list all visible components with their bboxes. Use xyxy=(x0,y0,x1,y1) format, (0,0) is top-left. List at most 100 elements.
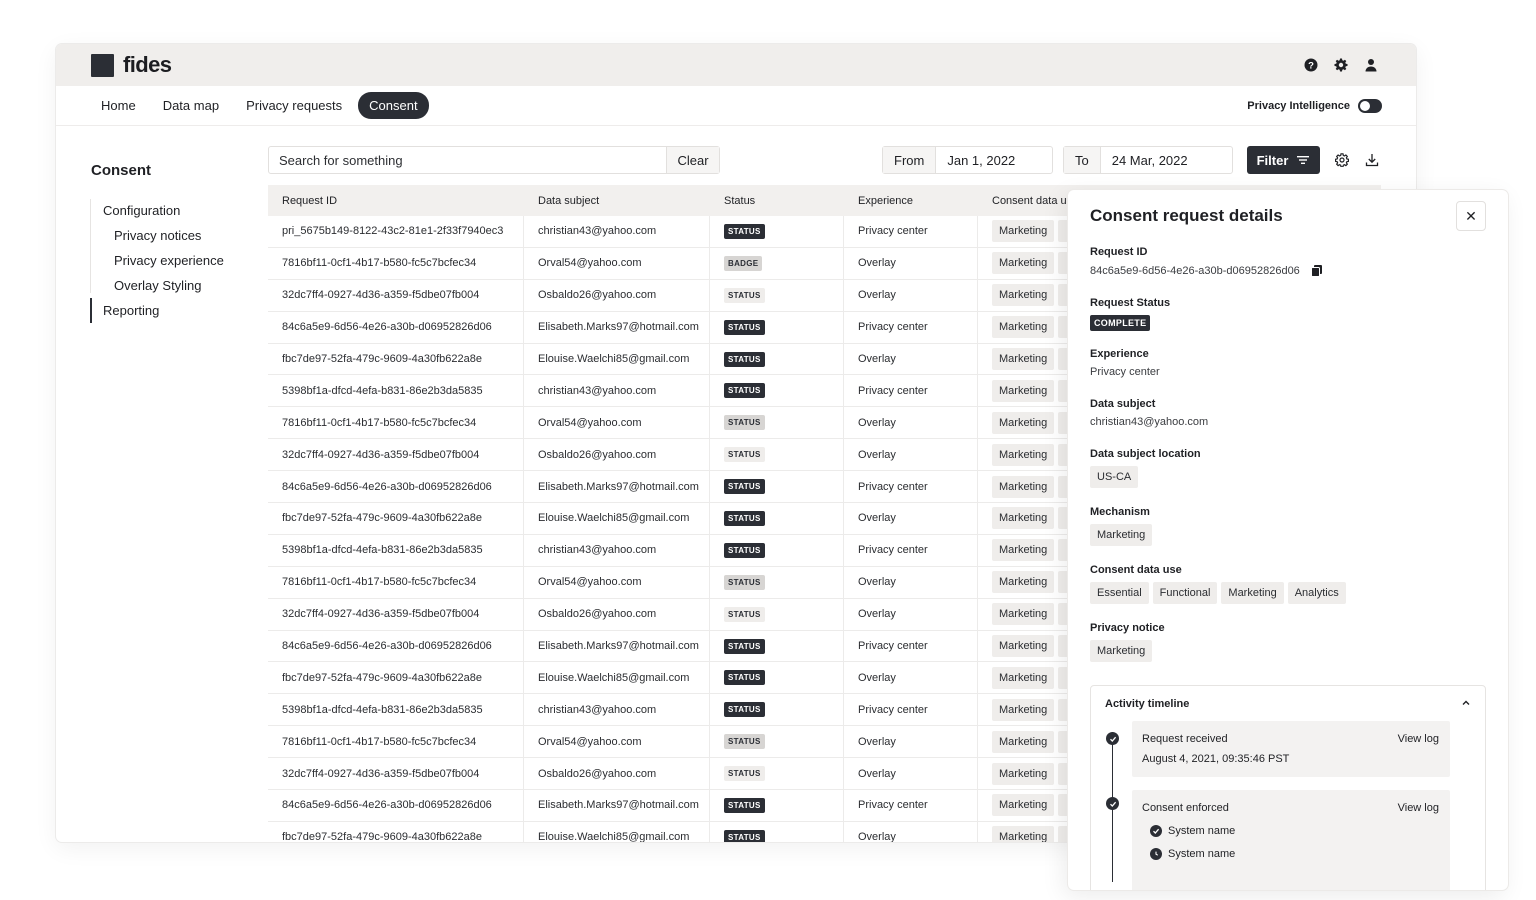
view-log-link[interactable]: View log xyxy=(1398,802,1439,814)
request-id-cell: 84c6a5e9-6d56-4e26-a30b-d06952826d06 xyxy=(268,311,524,343)
status-badge: STATUS xyxy=(724,670,765,686)
status-badge: STATUS xyxy=(724,574,765,590)
consent-tag: Marketing xyxy=(992,411,1055,434)
experience-cell: Privacy center xyxy=(844,471,978,503)
data-subject-text: christian43@yahoo.com xyxy=(538,225,657,238)
status-badge: BADGE xyxy=(724,255,763,271)
timeline-title[interactable]: Activity timeline xyxy=(1105,698,1189,710)
close-icon: ✕ xyxy=(1465,207,1477,224)
settings-gear-icon[interactable] xyxy=(1335,153,1349,167)
consent-tag: Marketing xyxy=(992,348,1055,370)
consent-tag: Marketing xyxy=(992,539,1055,562)
status-cell: STATUS xyxy=(710,790,844,821)
data-subject-text: Orval54@yahoo.com xyxy=(538,576,642,589)
from-date-value[interactable]: Jan 1, 2022 xyxy=(936,147,1026,173)
request-id-text: 5398bf1a-dfcd-4efa-b831-86e2b3da5835 xyxy=(282,384,483,397)
consent-tag: Marketing xyxy=(992,571,1055,594)
consent-tag: Marketing xyxy=(992,475,1055,498)
experience-text: Overlay xyxy=(858,831,896,842)
consent-tag: Marketing xyxy=(992,698,1055,721)
experience-text: Overlay xyxy=(858,735,896,748)
experience-text: Overlay xyxy=(858,576,896,589)
copy-icon[interactable] xyxy=(1310,264,1324,278)
status-badge: STATUS xyxy=(724,351,765,367)
close-button[interactable]: ✕ xyxy=(1456,201,1486,231)
request-id-cell: fbc7de97-52fa-479c-9609-4a30fb622a8e xyxy=(268,662,524,694)
help-icon[interactable]: ? xyxy=(1304,58,1318,72)
data-subject-cell: christian43@yahoo.com xyxy=(524,216,710,247)
drawer-title: Consent request details xyxy=(1090,206,1283,225)
status-badge: STATUS xyxy=(724,829,765,842)
experience-cell: Privacy center xyxy=(844,630,978,662)
request-id-text: 7816bf11-0cf1-4b17-b580-fc5c7bcfec34 xyxy=(282,257,477,270)
experience-cell: Overlay xyxy=(844,758,978,790)
consent-tag: Marketing xyxy=(992,666,1055,689)
consent-tag: Marketing xyxy=(992,794,1055,817)
sidebar-item-privacy-experience[interactable]: Privacy experience xyxy=(90,248,250,273)
sidebar-title: Consent xyxy=(91,162,151,179)
status-cell: STATUS xyxy=(710,662,844,694)
clear-button[interactable]: Clear xyxy=(666,147,719,173)
status-badge: STATUS xyxy=(724,542,765,558)
data-subject-cell: Elisabeth.Marks97@hotmail.com xyxy=(524,471,710,503)
data-subject-text: Elisabeth.Marks97@hotmail.com xyxy=(538,321,699,334)
status-badge: STATUS xyxy=(724,319,765,335)
sidebar-item-overlay-styling[interactable]: Overlay Styling xyxy=(90,273,250,298)
to-date-value[interactable]: 24 Mar, 2022 xyxy=(1101,147,1199,173)
logo[interactable]: fides xyxy=(91,52,172,78)
consent-tag: Marketing xyxy=(992,252,1055,275)
consent-tag: Marketing xyxy=(992,443,1055,466)
experience-text: Overlay xyxy=(858,671,896,684)
header-request-id[interactable]: Request ID xyxy=(268,185,524,216)
request-id-cell: 7816bf11-0cf1-4b17-b580-fc5c7bcfec34 xyxy=(268,407,524,439)
privacy-intelligence: Privacy Intelligence xyxy=(1247,98,1382,113)
request-id-cell: 84c6a5e9-6d56-4e26-a30b-d06952826d06 xyxy=(268,630,524,662)
status-cell: STATUS xyxy=(710,311,844,343)
header-status[interactable]: Status xyxy=(710,185,844,216)
system-name: System name xyxy=(1168,825,1236,837)
status-cell: STATUS xyxy=(710,726,844,758)
data-subject-text: Osbaldo26@yahoo.com xyxy=(538,448,657,461)
nav-home[interactable]: Home xyxy=(90,92,147,119)
from-date-field[interactable]: From Jan 1, 2022 xyxy=(882,146,1053,174)
experience-cell: Overlay xyxy=(844,407,978,439)
request-id-cell: 5398bf1a-dfcd-4efa-b831-86e2b3da5835 xyxy=(268,694,524,726)
consent-details-drawer: Consent request details ✕ Request ID 84c… xyxy=(1068,190,1508,890)
clock-icon xyxy=(1150,848,1162,860)
consent-tag: Marketing xyxy=(992,507,1055,530)
view-log-link[interactable]: View log xyxy=(1398,733,1439,745)
chevron-up-icon[interactable] xyxy=(1461,698,1471,711)
search-input[interactable] xyxy=(269,147,666,173)
request-id-cell: 7816bf11-0cf1-4b17-b580-fc5c7bcfec34 xyxy=(268,726,524,758)
system-item: System name xyxy=(1150,848,1235,860)
consent-use-chip: Marketing xyxy=(1221,582,1284,604)
sidebar-item-configuration[interactable]: Configuration xyxy=(90,198,250,223)
nav-data-map[interactable]: Data map xyxy=(152,92,230,119)
request-id-text: 5398bf1a-dfcd-4efa-b831-86e2b3da5835 xyxy=(282,703,483,716)
data-subject-text: Orval54@yahoo.com xyxy=(538,416,642,429)
data-subject-cell: Osbaldo26@yahoo.com xyxy=(524,439,710,471)
to-date-field[interactable]: To 24 Mar, 2022 xyxy=(1063,146,1233,174)
request-id-text: 7816bf11-0cf1-4b17-b580-fc5c7bcfec34 xyxy=(282,576,477,589)
status-cell: STATUS xyxy=(710,534,844,566)
user-icon[interactable] xyxy=(1364,58,1378,72)
header-experience[interactable]: Experience xyxy=(844,185,978,216)
status-cell: STATUS xyxy=(710,758,844,790)
filter-button[interactable]: Filter xyxy=(1247,146,1320,174)
header-data-subject[interactable]: Data subject xyxy=(524,185,710,216)
nav-consent[interactable]: Consent xyxy=(358,92,429,119)
status-cell: STATUS xyxy=(710,439,844,471)
nav-privacy-requests[interactable]: Privacy requests xyxy=(235,92,353,119)
experience-text: Privacy center xyxy=(858,544,928,557)
sidebar-item-reporting[interactable]: Reporting xyxy=(90,298,250,323)
status-badge: STATUS xyxy=(724,797,765,813)
status-cell: STATUS xyxy=(710,279,844,311)
consent-tag: Marketing xyxy=(992,220,1055,243)
request-status-label: Request Status xyxy=(1090,297,1171,309)
download-icon[interactable] xyxy=(1365,153,1379,167)
request-id-text: fbc7de97-52fa-479c-9609-4a30fb622a8e xyxy=(282,353,482,365)
experience-cell: Privacy center xyxy=(844,790,978,821)
privacy-intelligence-toggle[interactable] xyxy=(1358,98,1382,113)
gear-icon[interactable] xyxy=(1334,58,1348,72)
sidebar-item-privacy-notices[interactable]: Privacy notices xyxy=(90,223,250,248)
